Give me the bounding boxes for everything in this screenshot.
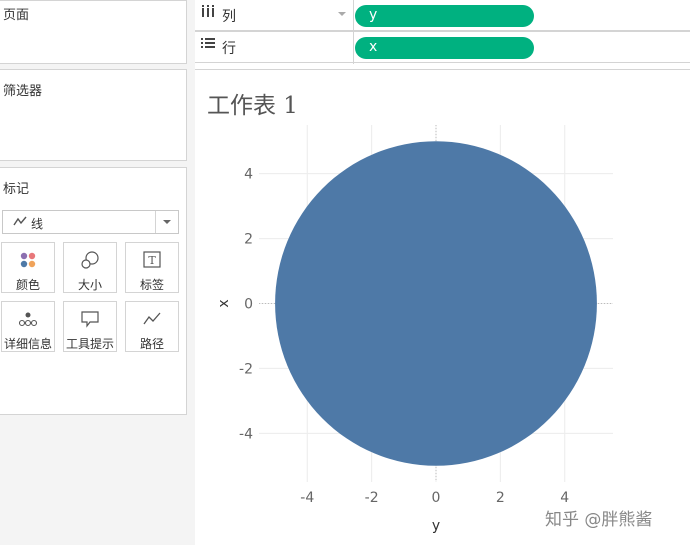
rows-pill-x[interactable]: x <box>355 37 534 59</box>
marks-title: 标记 <box>3 182 30 197</box>
chevron-down-icon[interactable] <box>155 211 178 233</box>
y-axis-title: x <box>216 299 232 307</box>
detail-label: 详细信息 <box>3 337 52 351</box>
label-button[interactable]: T 标签 <box>125 242 179 293</box>
detail-button[interactable]: 详细信息 <box>1 301 55 352</box>
watermark: 知乎 @胖熊酱 <box>545 510 653 530</box>
left-sidebar: 页面 筛选器 标记 线 颜色 大小 T 标签 详细信息 工具提示 路径 <box>0 0 195 545</box>
tooltip-button[interactable]: 工具提示 <box>63 301 117 352</box>
size-label: 大小 <box>77 278 102 292</box>
rows-shelf[interactable]: 行 x <box>195 31 690 64</box>
rows-shelf-label: 行 <box>222 41 236 57</box>
y-tick-label: 4 <box>244 167 253 183</box>
x-tick-label: -2 <box>365 490 379 506</box>
columns-icon <box>201 5 215 21</box>
filters-card[interactable]: 筛选器 <box>0 69 187 161</box>
y-tick-label: -4 <box>239 426 253 442</box>
line-mark-icon <box>13 215 27 231</box>
svg-text:T: T <box>148 254 156 267</box>
x-axis-title: y <box>432 518 440 534</box>
label-icon: T <box>126 250 178 270</box>
rows-icon <box>201 37 215 53</box>
y-tick-label: 2 <box>244 232 253 248</box>
pages-title: 页面 <box>3 8 30 23</box>
worksheet-canvas[interactable]: 工作表 1 -4 -2 0 2 4 4 2 0 -2 -4 y x <box>195 69 690 545</box>
color-button[interactable]: 颜色 <box>1 242 55 293</box>
y-tick-label: -2 <box>239 361 253 377</box>
columns-pill-y[interactable]: y <box>355 5 534 27</box>
marks-card: 标记 线 颜色 大小 T 标签 详细信息 工具提示 路径 <box>0 167 187 415</box>
pill-label: y <box>369 7 378 23</box>
size-icon <box>64 250 116 270</box>
size-button[interactable]: 大小 <box>63 242 117 293</box>
mark-type-dropdown[interactable]: 线 <box>2 210 179 234</box>
path-label: 路径 <box>139 337 164 351</box>
color-dots-icon <box>2 250 54 270</box>
x-tick-label: 2 <box>496 490 505 506</box>
pages-card: 页面 <box>0 0 187 64</box>
columns-shelf[interactable]: 列 y <box>195 0 690 32</box>
x-tick-label: 0 <box>432 490 441 506</box>
tooltip-icon <box>64 309 116 329</box>
pill-label: x <box>369 39 378 55</box>
label-label: 标签 <box>139 278 164 292</box>
shelf-divider <box>353 32 354 64</box>
filters-title: 筛选器 <box>3 84 43 99</box>
tooltip-label: 工具提示 <box>65 337 114 351</box>
x-tick-label: 4 <box>560 490 569 506</box>
shelf-divider <box>353 0 354 32</box>
detail-icon <box>2 309 54 329</box>
circle-mark[interactable] <box>275 141 597 466</box>
columns-shelf-label: 列 <box>222 9 236 25</box>
chevron-down-icon[interactable] <box>338 12 346 16</box>
mark-type-label: 线 <box>31 217 44 231</box>
path-icon <box>126 309 178 329</box>
x-tick-label: -4 <box>300 490 314 506</box>
color-label: 颜色 <box>15 278 40 292</box>
y-tick-label: 0 <box>244 297 253 313</box>
scatter-chart[interactable]: -4 -2 0 2 4 4 2 0 -2 -4 y x <box>195 70 690 546</box>
path-button[interactable]: 路径 <box>125 301 179 352</box>
